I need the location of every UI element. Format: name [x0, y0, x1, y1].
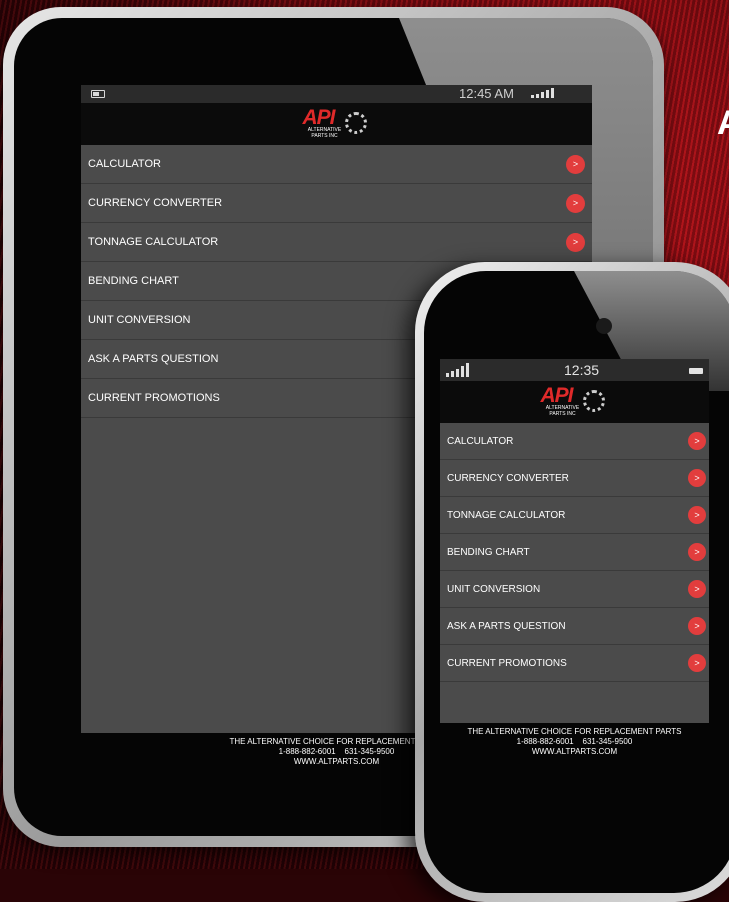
- battery-icon: [91, 90, 105, 98]
- app-footer: THE ALTERNATIVE CHOICE FOR REPLACEMENT P…: [440, 723, 709, 767]
- chevron-right-icon[interactable]: >: [688, 432, 706, 450]
- menu-item-tonnage-calculator[interactable]: TONNAGE CALCULATOR >: [81, 223, 592, 262]
- chevron-right-icon[interactable]: >: [566, 232, 585, 252]
- api-logo: API ALTERNATIVE PARTS INC: [541, 384, 609, 417]
- app-header: API ALTERNATIVE PARTS INC: [81, 103, 592, 145]
- menu-item-currency-converter[interactable]: CURRENCY CONVERTER >: [81, 184, 592, 223]
- menu-item-label: TONNAGE CALCULATOR: [88, 236, 219, 248]
- logo-subtitle: ALTERNATIVE PARTS INC: [545, 405, 580, 417]
- signal-icon: [446, 363, 469, 377]
- app-header: API ALTERNATIVE PARTS INC: [440, 381, 709, 423]
- gear-icon: [582, 390, 605, 412]
- menu-item-label: CURRENCY CONVERTER: [88, 197, 223, 209]
- footer-website-link[interactable]: WWW.ALTPARTS.COM: [440, 747, 709, 757]
- chevron-right-icon[interactable]: >: [688, 654, 706, 672]
- status-time: 12:35: [564, 362, 600, 378]
- chevron-right-icon[interactable]: >: [688, 506, 706, 524]
- menu-item-ask-a-parts-question[interactable]: ASK A PARTS QUESTION >: [440, 608, 709, 645]
- chevron-right-icon[interactable]: >: [688, 543, 706, 561]
- menu-item-label: CURRENT PROMOTIONS: [88, 392, 220, 404]
- phone-screen: 12:35 API ALTERNATIVE PARTS INC CALCULATO…: [440, 359, 709, 767]
- menu-item-label: ASK A PARTS QUESTION: [447, 620, 566, 632]
- menu-item-currency-converter[interactable]: CURRENCY CONVERTER >: [440, 460, 709, 497]
- tablet-status-bar: 12:45 AM: [81, 85, 592, 103]
- menu-item-label: TONNAGE CALCULATOR: [447, 509, 566, 521]
- chevron-right-icon[interactable]: >: [688, 617, 706, 635]
- logo-subtitle: ALTERNATIVE PARTS INC: [307, 127, 342, 139]
- menu-item-label: CALCULATOR: [88, 158, 161, 170]
- menu-item-tonnage-calculator[interactable]: TONNAGE CALCULATOR >: [440, 497, 709, 534]
- gear-icon: [344, 112, 367, 134]
- background-heading: A: [717, 104, 729, 143]
- chevron-right-icon[interactable]: >: [688, 580, 706, 598]
- phone-status-bar: 12:35: [440, 359, 709, 381]
- menu-item-calculator[interactable]: CALCULATOR >: [81, 145, 592, 184]
- chevron-right-icon[interactable]: >: [688, 469, 706, 487]
- menu-item-label: ASK A PARTS QUESTION: [88, 353, 219, 365]
- chevron-right-icon[interactable]: >: [566, 154, 585, 174]
- phone-menu: CALCULATOR > CURRENCY CONVERTER > TONNAG…: [440, 423, 709, 682]
- menu-item-current-promotions[interactable]: CURRENT PROMOTIONS >: [440, 645, 709, 682]
- menu-item-label: CALCULATOR: [447, 435, 514, 447]
- api-logo: API ALTERNATIVE PARTS INC: [303, 106, 371, 139]
- footer-phone-numbers: 1-888-882-6001 631-345-9500: [516, 737, 633, 746]
- menu-item-label: UNIT CONVERSION: [88, 314, 191, 326]
- menu-item-label: CURRENCY CONVERTER: [447, 472, 569, 484]
- menu-item-label: UNIT CONVERSION: [447, 583, 541, 595]
- chevron-right-icon[interactable]: >: [566, 193, 585, 213]
- menu-item-calculator[interactable]: CALCULATOR >: [440, 423, 709, 460]
- menu-item-unit-conversion[interactable]: UNIT CONVERSION >: [440, 571, 709, 608]
- status-time: 12:45 AM: [459, 86, 514, 101]
- menu-item-label: BENDING CHART: [88, 275, 179, 287]
- menu-item-bending-chart[interactable]: BENDING CHART >: [440, 534, 709, 571]
- camera-icon: [596, 318, 612, 334]
- signal-icon: [531, 88, 554, 98]
- menu-item-label: CURRENT PROMOTIONS: [447, 657, 567, 669]
- menu-item-label: BENDING CHART: [447, 546, 530, 558]
- footer-tagline: THE ALTERNATIVE CHOICE FOR REPLACEMENT P…: [467, 727, 682, 736]
- battery-icon: [689, 368, 703, 374]
